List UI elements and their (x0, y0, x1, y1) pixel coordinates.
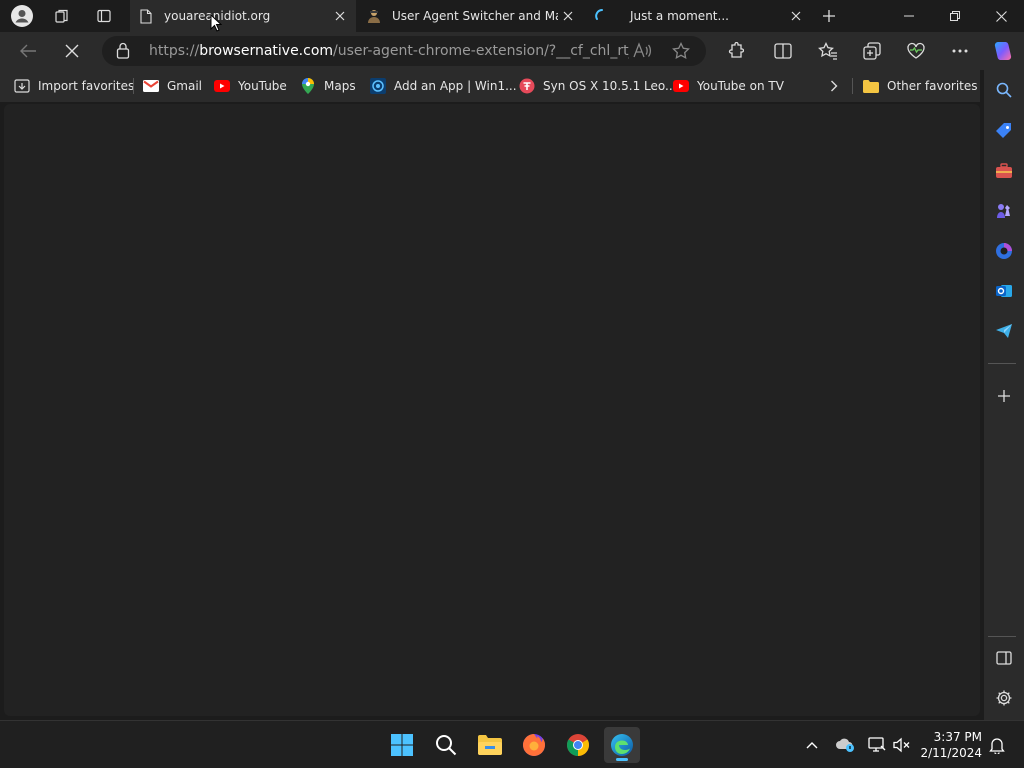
url-path: /user-agent-chrome-extension/?__cf_chl_r… (333, 43, 629, 59)
bookmark-label: Add an App | Win1... (394, 79, 517, 93)
page-icon (138, 8, 154, 24)
shopping-tag-icon[interactable] (990, 117, 1018, 145)
profile-avatar-icon[interactable] (10, 4, 34, 28)
restore-icon[interactable] (932, 0, 978, 32)
start-windows-icon[interactable] (384, 727, 420, 763)
sidebar-divider (988, 636, 1016, 637)
youtube-icon (673, 78, 689, 94)
bookmark-divider (133, 78, 134, 94)
app-icon (370, 78, 386, 94)
address-bar[interactable]: https://browsernative.com/user-agent-chr… (102, 36, 706, 66)
page-content-area[interactable] (4, 104, 980, 716)
network-display-icon[interactable] (865, 733, 889, 757)
bookmark-youtube[interactable]: YouTube (214, 76, 287, 96)
url-host: browsernative.com (199, 43, 334, 59)
bookmark-label: YouTube (238, 79, 287, 93)
bookmark-add-an-app[interactable]: Add an App | Win1... (370, 76, 517, 96)
chrome-icon[interactable] (560, 727, 596, 763)
tab-youareanidiot[interactable]: youareanidiot.org (130, 0, 356, 32)
tab-title: User Agent Switcher and Mana (392, 9, 558, 23)
close-tab-icon[interactable] (786, 6, 806, 26)
tab-user-agent-switcher[interactable]: User Agent Switcher and Mana (358, 0, 584, 32)
outlook-icon[interactable] (990, 277, 1018, 305)
system-clock[interactable]: 3:37 PM 2/11/2024 (920, 729, 982, 761)
copilot-icon[interactable] (988, 37, 1016, 65)
tools-briefcase-icon[interactable] (990, 157, 1018, 185)
collections-icon[interactable] (858, 37, 886, 65)
tab-title: Just a moment... (630, 9, 729, 23)
import-icon (14, 78, 30, 94)
clock-time: 3:37 PM (933, 730, 982, 744)
loading-icon (594, 8, 610, 24)
bookmark-maps[interactable]: Maps (300, 76, 356, 96)
sidebar-settings-gear-icon[interactable] (990, 684, 1018, 712)
url-text[interactable]: https://browsernative.com/user-agent-chr… (149, 43, 629, 59)
mouse-cursor-icon (210, 13, 223, 36)
read-aloud-icon[interactable] (632, 42, 652, 64)
extensions-icon[interactable] (721, 37, 749, 65)
microsoft-365-icon[interactable] (990, 237, 1018, 265)
bookmark-other-favorites[interactable]: Other favorites (863, 76, 978, 96)
bookmark-syn-os[interactable]: Syn OS X 10.5.1 Leo... (519, 76, 676, 96)
bookmark-label: Import favorites (38, 79, 135, 93)
sidebar-divider (988, 363, 1016, 364)
hide-sidebar-icon[interactable] (990, 644, 1018, 672)
firefox-icon[interactable] (516, 727, 552, 763)
games-chess-icon[interactable] (990, 197, 1018, 225)
bookmark-label: YouTube on TV (697, 79, 784, 93)
folder-icon (863, 78, 879, 94)
title-bar: youareanidiot.org User Agent Switcher an… (0, 0, 1024, 32)
gmail-icon (143, 78, 159, 94)
close-tab-icon[interactable] (558, 6, 578, 26)
minimize-icon[interactable] (886, 0, 932, 32)
tab-actions-icon[interactable] (92, 4, 116, 28)
url-prefix: https:// (149, 43, 200, 59)
split-screen-icon[interactable] (769, 37, 797, 65)
favorites-bar: Import favorites Gmail YouTube Maps Add … (0, 70, 980, 102)
show-hidden-icons-chevron-icon[interactable] (800, 733, 824, 757)
edge-icon[interactable] (604, 727, 640, 763)
bookmark-label: Maps (324, 79, 356, 93)
bookmark-label: Other favorites (887, 79, 978, 93)
favorite-star-icon[interactable] (672, 41, 690, 64)
bookmark-divider (852, 78, 853, 94)
bookmark-gmail[interactable]: Gmail (143, 76, 202, 96)
clock-date: 2/11/2024 (920, 746, 982, 760)
close-tab-icon[interactable] (330, 6, 350, 26)
taskbar-search-icon[interactable] (428, 727, 464, 763)
edge-sidebar (984, 70, 1024, 720)
new-tab-icon[interactable] (817, 4, 841, 28)
volume-muted-icon[interactable] (890, 733, 914, 757)
bookmark-import-favorites[interactable]: Import favorites (14, 76, 134, 96)
tab-title: youareanidiot.org (164, 9, 271, 23)
back-arrow-icon[interactable] (14, 37, 42, 65)
bookmark-label: Syn OS X 10.5.1 Leo... (543, 79, 677, 93)
maps-icon (300, 78, 316, 94)
bookmark-youtube-on-tv[interactable]: YouTube on TV (673, 76, 784, 96)
more-menu-icon[interactable] (946, 37, 974, 65)
stop-loading-icon[interactable] (58, 37, 86, 65)
add-sidebar-app-icon[interactable] (990, 382, 1018, 410)
close-window-icon[interactable] (978, 0, 1024, 32)
active-app-indicator (616, 758, 628, 761)
syn-icon (519, 78, 535, 94)
youtube-icon (214, 78, 230, 94)
onedrive-sync-icon[interactable] (833, 733, 857, 757)
agent-icon (366, 8, 382, 24)
tab-just-a-moment[interactable]: Just a moment... (586, 0, 812, 32)
lock-icon[interactable] (116, 42, 130, 63)
notifications-bell-icon[interactable] (985, 733, 1009, 757)
more-bookmarks-chevron-icon[interactable] (830, 76, 838, 96)
workspaces-icon[interactable] (50, 4, 74, 28)
navigation-toolbar: https://browsernative.com/user-agent-chr… (0, 32, 1024, 70)
search-icon[interactable] (990, 76, 1018, 104)
favorites-icon[interactable] (814, 37, 842, 65)
send-telegram-icon[interactable] (990, 317, 1018, 345)
bookmark-label: Gmail (167, 79, 203, 93)
file-explorer-icon[interactable] (472, 727, 508, 763)
windows-taskbar: 3:37 PM 2/11/2024 (0, 720, 1024, 768)
browser-essentials-icon[interactable] (902, 37, 930, 65)
